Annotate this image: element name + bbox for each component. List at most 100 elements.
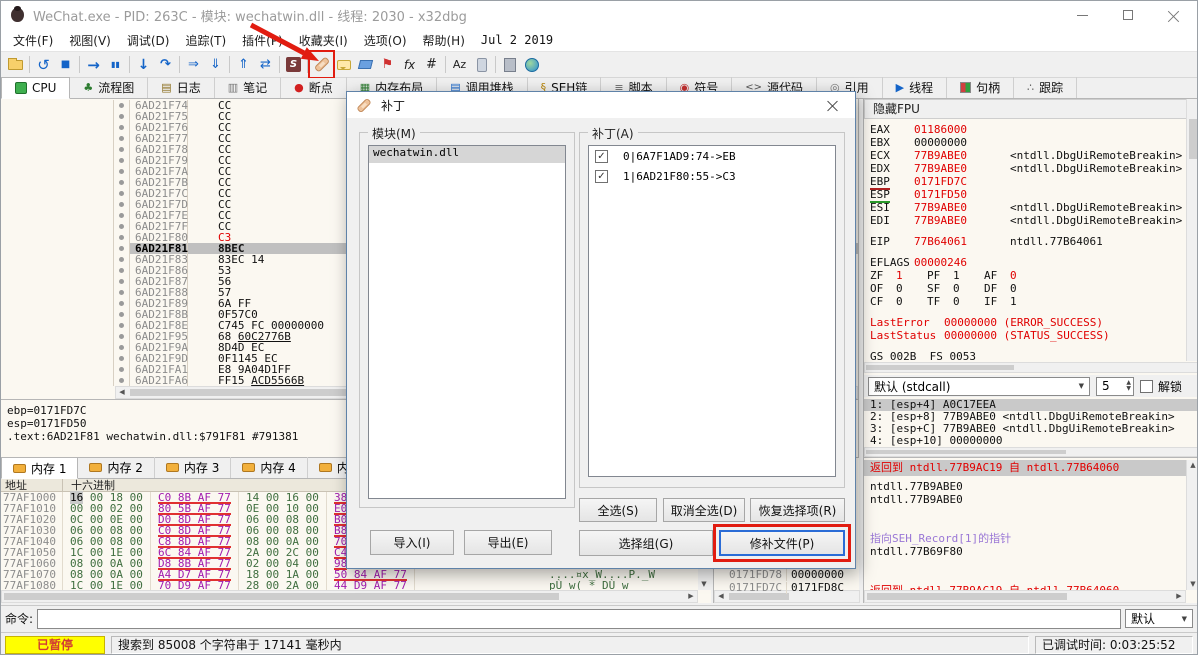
register-row[interactable]: EDX 77B9ABE0 <ntdll.DbgUiRemoteBreakin> bbox=[870, 162, 1187, 175]
bookmarks-icon[interactable]: ⚑ bbox=[377, 53, 398, 76]
breakpoint-dot-icon[interactable] bbox=[119, 191, 124, 196]
tab-3[interactable]: ▥ 笔记 bbox=[215, 77, 282, 98]
stack-row[interactable]: 0171FD7C 0171FD8C bbox=[714, 582, 844, 594]
script-s-icon[interactable]: S bbox=[283, 53, 304, 76]
restore-selection-button[interactable]: 恢复选择项(R) bbox=[750, 498, 845, 522]
step-over-icon[interactable]: ↷ bbox=[155, 53, 176, 76]
breakpoint-dot-icon[interactable] bbox=[119, 268, 124, 273]
registers-vscrollbar[interactable] bbox=[1186, 99, 1197, 361]
register-row[interactable]: EFLAGS 00000246 bbox=[870, 256, 1187, 269]
dump-hscrollbar[interactable]: ▶ bbox=[1, 590, 698, 603]
run-icon[interactable]: → bbox=[83, 53, 104, 76]
breakpoint-dot-icon[interactable] bbox=[119, 136, 124, 141]
breakpoint-dot-icon[interactable] bbox=[119, 312, 124, 317]
patch-file-button[interactable]: 修补文件(P) bbox=[713, 524, 851, 562]
breakpoint-dot-icon[interactable] bbox=[119, 279, 124, 284]
register-row[interactable]: EAX 01186000 bbox=[870, 123, 1187, 136]
select-all-button[interactable]: 全选(S) bbox=[579, 498, 657, 522]
patch-entry[interactable]: ✓ 1|6AD21F80:55->C3 bbox=[589, 166, 835, 186]
strings-icon[interactable]: Az bbox=[449, 53, 470, 76]
scroll-right-icon[interactable]: ▶ bbox=[1173, 591, 1185, 602]
stack-comment-line[interactable]: 指向SEH_Record[1]的指针 bbox=[864, 532, 1186, 545]
step-out-icon[interactable]: ⇓ bbox=[205, 53, 226, 76]
register-row[interactable]: ESI 77B9ABE0 <ntdll.DbgUiRemoteBreakin> bbox=[870, 201, 1187, 214]
menu-item-3[interactable]: 追踪(T) bbox=[177, 30, 234, 51]
patch-checkbox[interactable]: ✓ bbox=[595, 149, 608, 163]
flags-row[interactable]: OF 0 SF 0 DF 0 bbox=[870, 282, 1187, 295]
restart-icon[interactable]: ↺ bbox=[33, 53, 54, 76]
flags-row[interactable]: CF 0 TF 0 IF 1 bbox=[870, 295, 1187, 308]
register-row[interactable]: EBX 00000000 bbox=[870, 136, 1187, 149]
step-into-icon[interactable]: ↓ bbox=[133, 53, 154, 76]
register-row[interactable]: EBP 0171FD7C bbox=[870, 175, 1187, 190]
dump-tab-4[interactable]: 内存 4 bbox=[231, 457, 308, 478]
stack-comment-line[interactable]: ntdll.77B69F80 bbox=[864, 545, 1186, 558]
tab-4[interactable]: ● 断点 bbox=[281, 77, 347, 98]
stack-comment-line[interactable] bbox=[864, 519, 1186, 532]
module-list[interactable]: wechatwin.dll bbox=[368, 145, 566, 499]
arguments-box[interactable]: 1: [esp+4] A0C17EEA 2: [esp+8] 77B9ABE0 <… bbox=[864, 399, 1197, 447]
execute-till-return-icon[interactable]: ⇒ bbox=[183, 53, 204, 76]
patch-entry[interactable]: ✓ 0|6A7F1AD9:74->EB bbox=[589, 146, 835, 166]
breakpoint-dot-icon[interactable] bbox=[119, 235, 124, 240]
minimize-button[interactable] bbox=[1059, 1, 1105, 29]
hash-icon[interactable]: # bbox=[421, 53, 442, 76]
breakpoint-dot-icon[interactable] bbox=[119, 334, 124, 339]
spinner-arrows-icon[interactable]: ▲ ▼ bbox=[1126, 380, 1133, 392]
labels-icon[interactable] bbox=[355, 53, 376, 76]
tab-14[interactable]: ∴ 跟踪 bbox=[1014, 77, 1078, 98]
menu-item-7[interactable]: 帮助(H) bbox=[415, 30, 473, 51]
breakpoint-dot-icon[interactable] bbox=[119, 378, 124, 383]
flags-row[interactable]: ZF 1 PF 1 AF 0 bbox=[870, 269, 1187, 282]
breakpoint-dot-icon[interactable] bbox=[119, 224, 124, 229]
hide-fpu-button[interactable]: 隐藏FPU bbox=[864, 99, 1187, 119]
stack-comments-hscrollbar[interactable]: ▶ bbox=[864, 590, 1186, 603]
attach-icon[interactable]: ⇄ bbox=[255, 53, 276, 76]
scroll-up-icon[interactable]: ▲ bbox=[1187, 460, 1197, 471]
calling-convention-select[interactable]: 默认 (stdcall) ▼ bbox=[868, 376, 1090, 396]
stop-icon[interactable]: ■ bbox=[55, 53, 76, 76]
argument-row[interactable]: 4: [esp+10] 00000000 bbox=[864, 435, 1197, 447]
dump-tab-3[interactable]: 内存 3 bbox=[155, 457, 232, 478]
register-row[interactable]: ECX 77B9ABE0 <ntdll.DbgUiRemoteBreakin> bbox=[870, 149, 1187, 162]
patch-dialog-titlebar[interactable]: 补丁 bbox=[347, 92, 855, 118]
breakpoint-dot-icon[interactable] bbox=[119, 103, 124, 108]
patch-list[interactable]: ✓ 0|6A7F1AD9:74->EB ✓ 1|6AD21F80:55->C3 bbox=[588, 145, 836, 477]
close-button[interactable] bbox=[1151, 1, 1197, 29]
modules-icon[interactable] bbox=[471, 53, 492, 76]
breakpoint-dot-icon[interactable] bbox=[119, 180, 124, 185]
module-list-item[interactable]: wechatwin.dll bbox=[369, 146, 565, 163]
menu-item-0[interactable]: 文件(F) bbox=[5, 30, 61, 51]
command-input[interactable] bbox=[37, 608, 1121, 629]
segment-row[interactable]: GS 002B FS 0053 bbox=[870, 350, 1187, 361]
breakpoint-dot-icon[interactable] bbox=[119, 169, 124, 174]
breakpoint-dot-icon[interactable] bbox=[119, 323, 124, 328]
patch-icon[interactable] bbox=[308, 50, 335, 79]
dump-tab-2[interactable]: 内存 2 bbox=[78, 457, 155, 478]
calculator-icon[interactable] bbox=[499, 53, 520, 76]
register-row[interactable]: ESP 0171FD50 bbox=[870, 188, 1187, 203]
command-profile-select[interactable]: 默认 ▼ bbox=[1125, 609, 1193, 628]
functions-icon[interactable]: fx bbox=[399, 53, 420, 76]
status-value-row[interactable]: LastError 00000000 (ERROR_SUCCESS) bbox=[870, 316, 1187, 329]
pause-icon[interactable]: ▮▮ bbox=[105, 53, 126, 76]
arguments-hscrollbar[interactable] bbox=[864, 447, 1197, 457]
breakpoint-dot-icon[interactable] bbox=[119, 147, 124, 152]
register-row[interactable]: EDI 77B9ABE0 <ntdll.DbgUiRemoteBreakin> bbox=[870, 214, 1187, 227]
menu-item-5[interactable]: 收藏夹(I) bbox=[291, 30, 356, 51]
maximize-button[interactable] bbox=[1105, 1, 1151, 29]
registers-panel[interactable]: 隐藏FPU EAX 01186000 EBX 00000000 ECX 77B9ABE0 <… bbox=[863, 99, 1197, 457]
breakpoint-dot-icon[interactable] bbox=[119, 356, 124, 361]
stack-comment-line[interactable]: ntdll.77B9ABE0 bbox=[864, 480, 1186, 493]
breakpoint-dot-icon[interactable] bbox=[119, 257, 124, 262]
select-group-button[interactable]: 选择组(G) bbox=[579, 530, 713, 556]
menu-item-1[interactable]: 视图(V) bbox=[61, 30, 119, 51]
import-button[interactable]: 导入(I) bbox=[370, 530, 454, 555]
stack-comments-vscrollbar[interactable]: ▲ ▼ bbox=[1186, 460, 1197, 590]
menu-item-6[interactable]: 选项(O) bbox=[356, 30, 415, 51]
stack-comment-line[interactable] bbox=[864, 571, 1186, 584]
breakpoint-dot-icon[interactable] bbox=[119, 114, 124, 119]
register-row[interactable]: EIP 77B64061 ntdll.77B64061 bbox=[870, 235, 1187, 248]
breakpoint-dot-icon[interactable] bbox=[119, 125, 124, 130]
breakpoint-dot-icon[interactable] bbox=[119, 213, 124, 218]
